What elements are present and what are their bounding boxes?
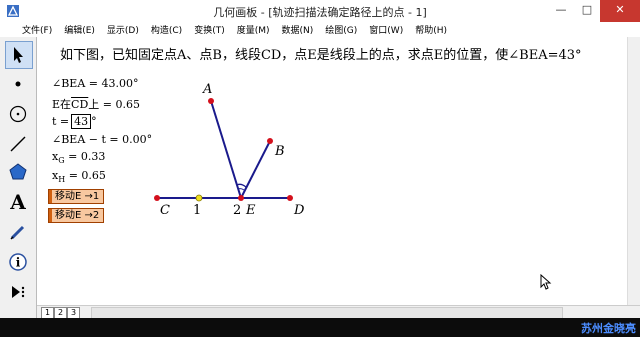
label-e: E xyxy=(246,203,256,218)
point-d[interactable] xyxy=(287,195,293,201)
vertical-scrollbar[interactable] xyxy=(627,37,640,305)
label-a: A xyxy=(203,82,213,97)
label-d: D xyxy=(294,203,305,218)
point-1[interactable] xyxy=(195,194,203,202)
label-c: C xyxy=(160,203,170,218)
label-b: B xyxy=(275,144,285,159)
label-1: 1 xyxy=(193,203,202,218)
point-b[interactable] xyxy=(267,138,273,144)
author-watermark: 苏州金晓亮 xyxy=(581,322,636,335)
point-a[interactable] xyxy=(208,98,214,104)
point-c[interactable] xyxy=(154,195,160,201)
page-tab-bar: 1 2 3 xyxy=(37,305,640,319)
mouse-cursor-icon xyxy=(540,274,552,290)
label-2: 2 xyxy=(233,203,242,218)
status-bar: 苏州金晓亮 xyxy=(0,318,640,337)
segment-eb[interactable] xyxy=(240,140,271,199)
segment-ea[interactable] xyxy=(210,100,242,199)
point-2[interactable] xyxy=(238,195,244,201)
